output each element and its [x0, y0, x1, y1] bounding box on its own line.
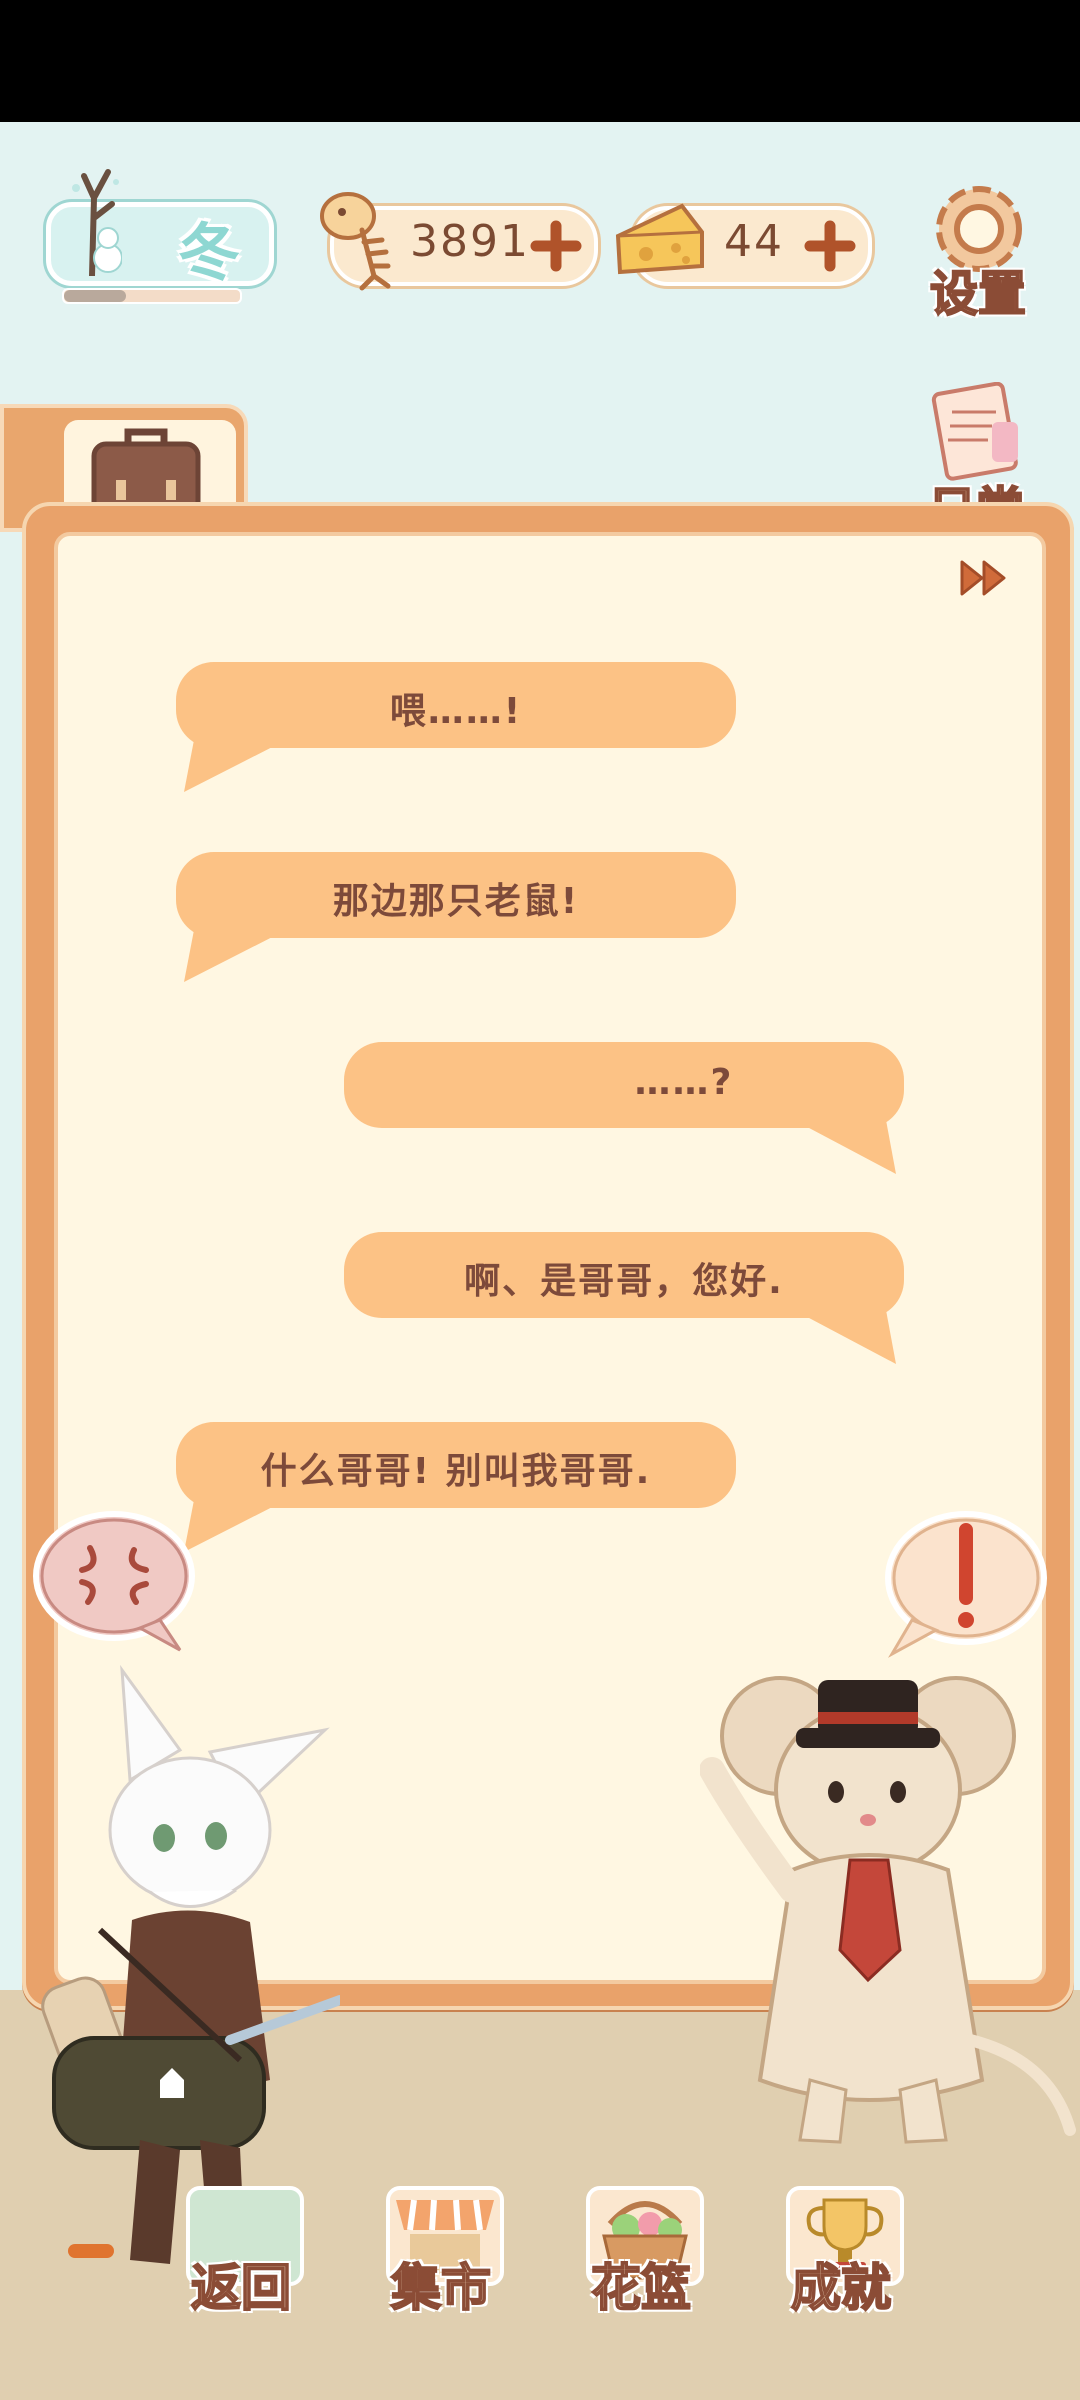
daily-label: 日常 [920, 470, 1032, 502]
nav-market-label: 集市 [390, 2258, 492, 2318]
mouse-gentleman [700, 1676, 1076, 2144]
nav-achievement-button[interactable]: 成就 [776, 2186, 906, 2328]
season-indicator[interactable]: 冬 [38, 150, 274, 304]
dialog-line: 啊、是哥哥，您好. [464, 1261, 784, 1302]
status-bar [0, 0, 1080, 122]
nav-achievement-label: 成就 [790, 2258, 892, 2318]
bubble-tail [184, 930, 286, 982]
fish-bone-icon [320, 192, 391, 291]
fish-currency-value: 3891 [410, 216, 530, 267]
daily-button[interactable]: 日常 [920, 382, 1032, 502]
dialog-line: 什么哥哥! 别叫我哥哥. [260, 1451, 652, 1492]
dialog-line: 那边那只老鼠! [332, 881, 580, 922]
settings-label: 设置 [929, 265, 1027, 323]
season-progress-fill [64, 290, 126, 302]
anger-icon [33, 1511, 195, 1652]
bubble-tail [794, 1310, 896, 1364]
bubble-tail [184, 740, 286, 792]
dialog-line: ……? [634, 1062, 734, 1103]
nav-flower-basket-label: 花篮 [590, 2258, 692, 2318]
season-label: 冬 [178, 216, 241, 289]
settings-button[interactable]: 设置 [922, 176, 1034, 326]
dialog-bubble-left: 什么哥哥! 别叫我哥哥. [176, 1422, 736, 1508]
exclamation-icon [885, 1511, 1047, 1658]
cheese-icon [615, 203, 704, 275]
nav-flower-basket-button[interactable]: 花篮 [576, 2186, 706, 2328]
snowman-tree-icon [72, 169, 122, 276]
cheese-add-plus-icon[interactable] [804, 220, 856, 272]
dialog-line: 喂……! [389, 691, 523, 732]
dialog-bubble-right: 啊、是哥哥，您好. [344, 1232, 904, 1318]
bubble-tail [794, 1120, 896, 1174]
nav-back-button[interactable]: 返回 [176, 2186, 306, 2328]
dialog-bubble-left: 那边那只老鼠! [176, 852, 736, 938]
fast-forward-icon[interactable] [958, 558, 1010, 598]
nav-indicator [68, 2244, 114, 2258]
dialog-bubble-right: ……? [344, 1042, 904, 1128]
season-progress-bar [62, 288, 242, 304]
nav-back-label: 返回 [190, 2258, 292, 2318]
tips-note-icon [931, 382, 1018, 481]
dialog-bubble-left: 喂……! [176, 662, 736, 748]
fish-add-plus-icon[interactable] [530, 220, 582, 272]
nav-market-button[interactable]: 集市 [376, 2186, 506, 2328]
cheese-currency-value: 44 [724, 216, 784, 267]
